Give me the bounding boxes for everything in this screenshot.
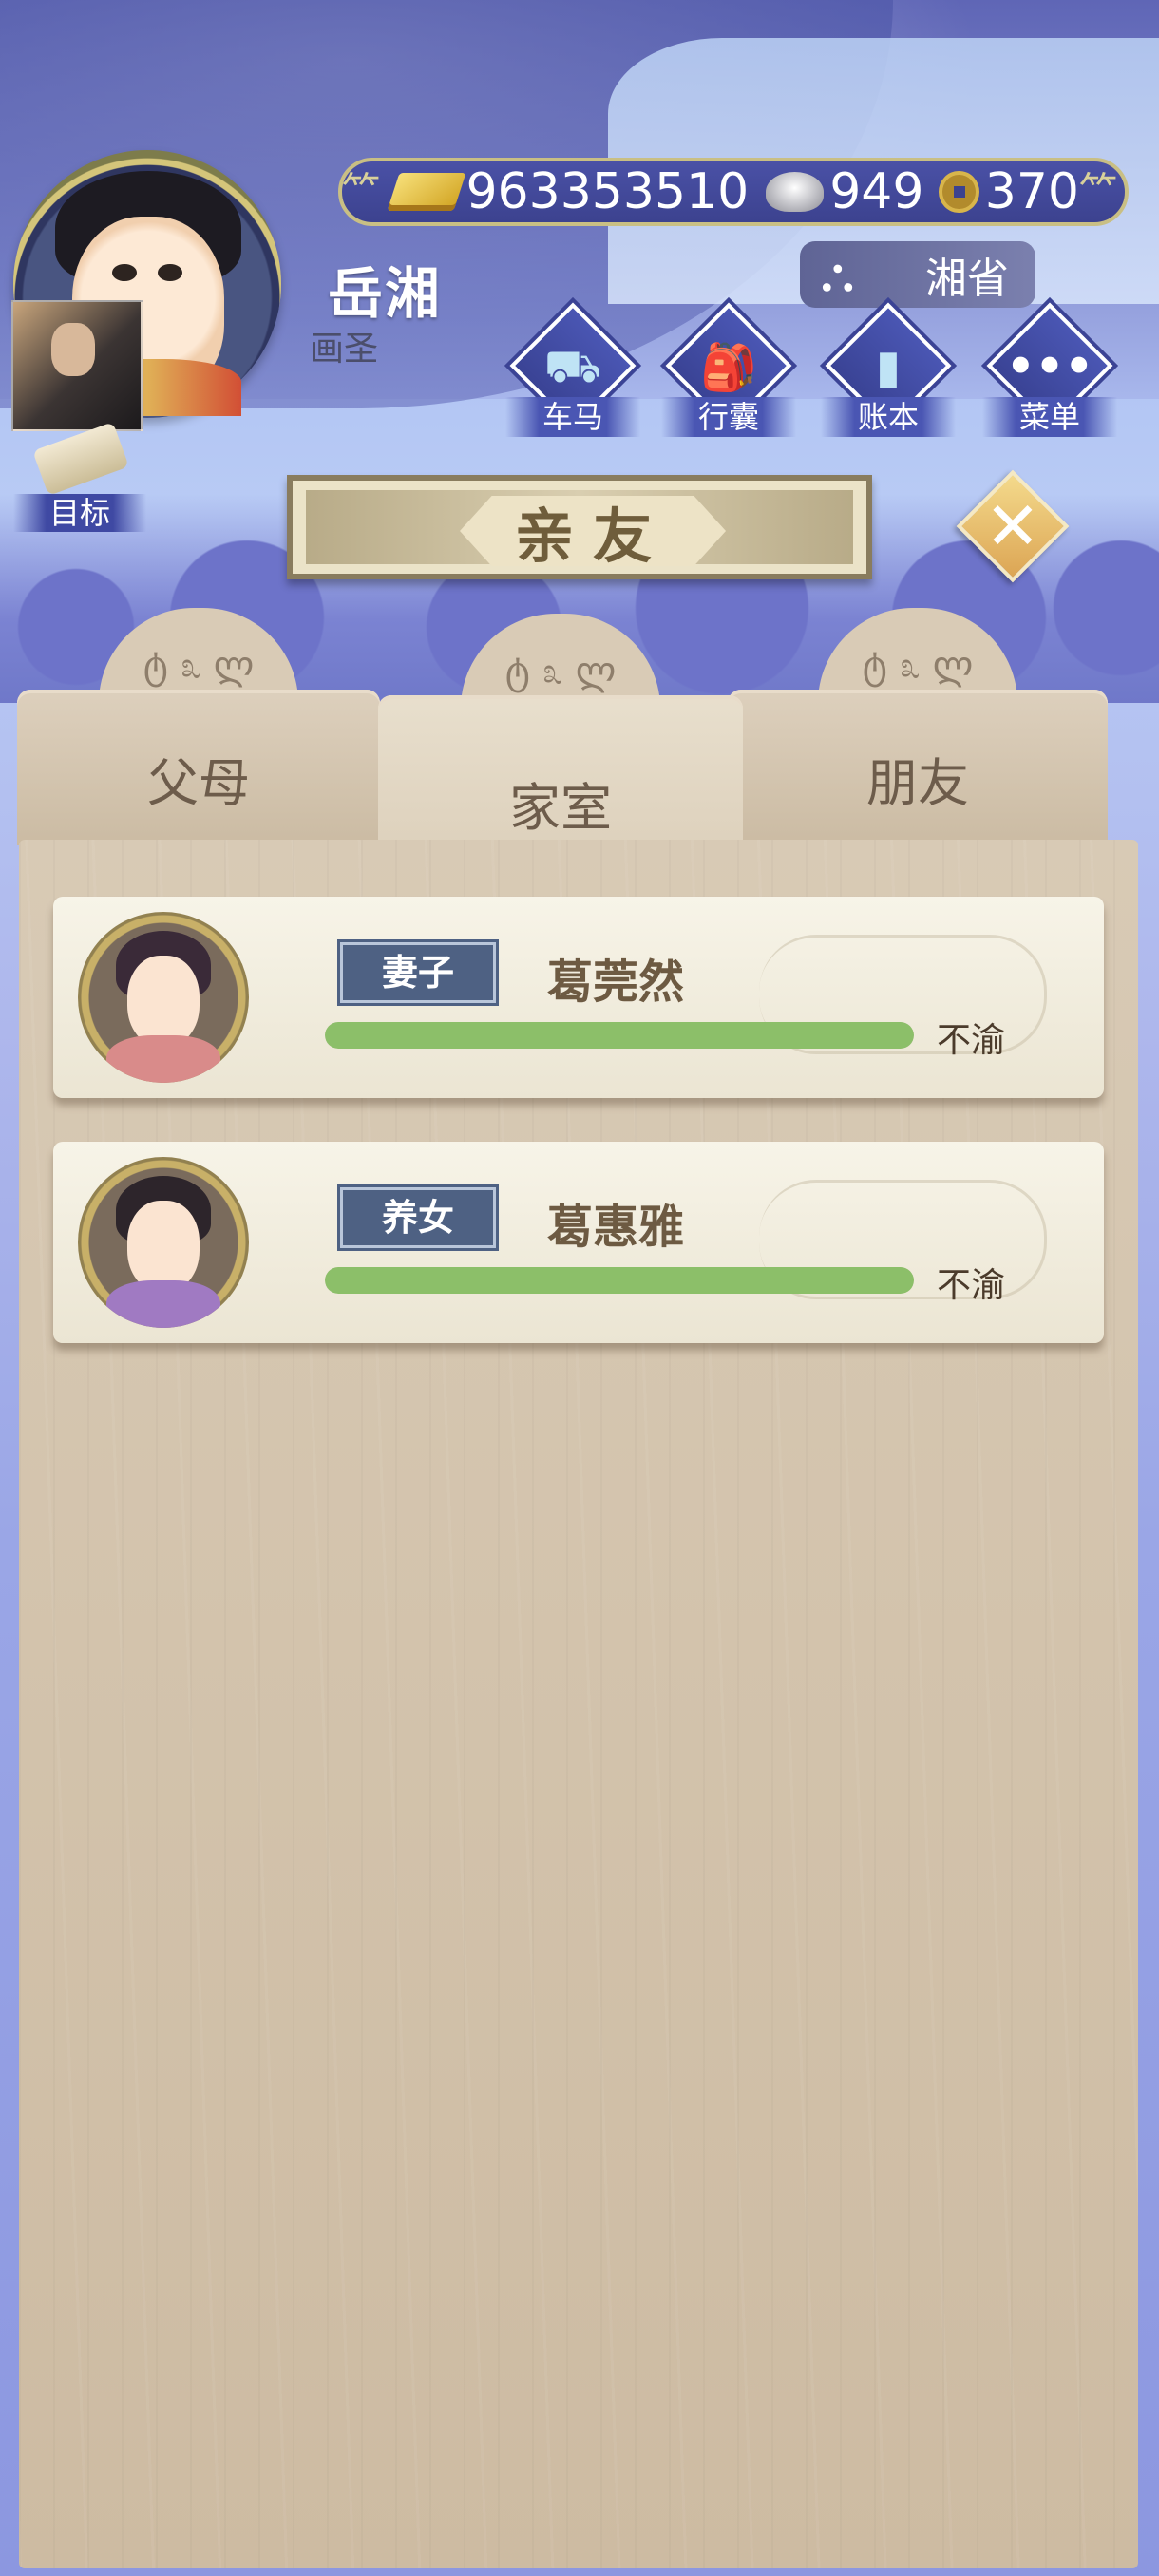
- affinity-bar: [325, 1267, 914, 1294]
- player-name: 岳湘: [328, 261, 443, 326]
- relatives-panel: 妻子 葛莞然 不渝 养女 葛惠雅 不渝: [19, 840, 1138, 2568]
- relative-role-badge: 妻子: [340, 942, 496, 1003]
- ledger-button[interactable]: ▮ 账本: [821, 302, 956, 437]
- menu-button[interactable]: ••• 菜单: [982, 302, 1117, 437]
- relative-portrait: [78, 912, 249, 1083]
- gold-amount: 963353510: [466, 163, 750, 220]
- location-button[interactable]: ⛬ 湘省: [800, 241, 1036, 308]
- location-label: 湘省: [925, 255, 1009, 303]
- silver-amount: 949: [829, 163, 924, 220]
- bamboo-icon: ⺮: [1079, 170, 1117, 214]
- avatar-eye-left: [112, 264, 137, 281]
- carriage-label: 车马: [505, 397, 640, 437]
- portrait-face: [127, 956, 200, 1047]
- copper-amount: 370: [984, 163, 1079, 220]
- player-photo-thumbnail[interactable]: [11, 300, 142, 431]
- scroll-icon: [32, 422, 129, 496]
- ledger-label: 账本: [821, 397, 956, 437]
- tab-crown: [99, 608, 298, 703]
- relative-role-badge: 养女: [340, 1187, 496, 1248]
- relative-mood: 不渝: [937, 1266, 1006, 1305]
- tab-label: 父母: [147, 753, 250, 813]
- affinity-bar-fill: [325, 1267, 914, 1294]
- bamboo-icon: ⺮: [342, 170, 380, 214]
- tab-friends[interactable]: 朋友: [728, 608, 1108, 845]
- panel-title-plaque: 亲友: [287, 475, 872, 579]
- avatar-eye-right: [158, 264, 182, 281]
- tab-parents[interactable]: 父母: [17, 608, 380, 845]
- bag-icon: 🎒: [700, 341, 757, 394]
- tab-family[interactable]: 家室: [378, 614, 743, 870]
- copper-coin-icon: [939, 171, 979, 213]
- bag-button[interactable]: 🎒 行囊: [661, 302, 796, 437]
- carriage-button[interactable]: ⛟ 车马: [505, 302, 640, 437]
- relative-name: 葛惠雅: [547, 1201, 685, 1254]
- portrait-robe: [106, 1035, 220, 1083]
- relative-card[interactable]: 妻子 葛莞然 不渝: [53, 897, 1104, 1098]
- affinity-bar: [325, 1022, 914, 1049]
- relative-card[interactable]: 养女 葛惠雅 不渝: [53, 1142, 1104, 1343]
- carriage-icon: ⛟: [543, 340, 602, 393]
- panel-title: 亲友: [460, 496, 726, 566]
- currency-bar: ⺮ 963353510 949 370 ⺮: [338, 158, 1129, 226]
- plaque-inner: 亲友: [306, 490, 853, 566]
- relative-name: 葛莞然: [547, 956, 685, 1009]
- portrait-face: [127, 1201, 200, 1292]
- tab-crown: [818, 608, 1017, 703]
- ledger-icon: ▮: [875, 340, 902, 393]
- bag-label: 行囊: [661, 397, 796, 437]
- player-title: 画圣: [310, 330, 379, 369]
- close-icon: ✕: [984, 487, 1041, 565]
- tab-crown: [461, 614, 660, 709]
- gold-ingot-icon: [387, 173, 466, 211]
- tab-label: 朋友: [866, 753, 969, 813]
- affinity-bar-fill: [325, 1022, 914, 1049]
- carriage-icon: ⛬: [821, 247, 854, 302]
- menu-label: 菜单: [982, 397, 1117, 437]
- silver-ingot-icon: [766, 172, 825, 212]
- goal-button[interactable]: 目标: [13, 422, 146, 534]
- more-icon: •••: [1005, 340, 1094, 393]
- portrait-robe: [106, 1280, 220, 1328]
- relative-mood: 不渝: [937, 1021, 1006, 1060]
- relative-portrait: [78, 1157, 249, 1328]
- goal-label: 目标: [13, 494, 146, 532]
- tab-label: 家室: [509, 778, 612, 838]
